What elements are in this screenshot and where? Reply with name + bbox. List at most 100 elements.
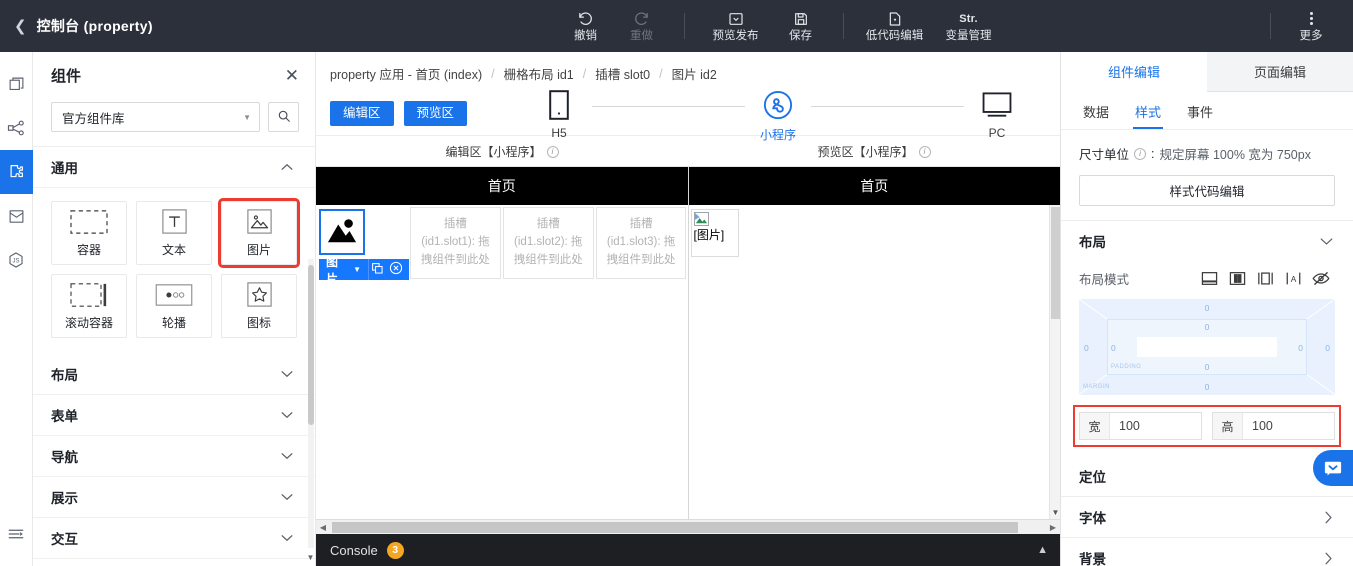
preview-publish-button[interactable]: 预览发布: [699, 8, 773, 45]
height-input[interactable]: 100: [1243, 413, 1334, 439]
slot-2-dropzone[interactable]: 插槽 (id1.slot2): 拖拽组件到此处: [502, 207, 594, 279]
chat-bubble-icon[interactable]: [1313, 450, 1353, 486]
subtab-style[interactable]: 样式: [1133, 102, 1164, 129]
slot-0-with-image[interactable]: 图片 ▼: [316, 205, 409, 286]
layout-hidden-icon[interactable]: [1307, 265, 1335, 291]
chevron-left-icon[interactable]: ◀: [316, 523, 330, 532]
chevron-left-icon[interactable]: ❮: [14, 19, 27, 34]
console-bar[interactable]: Console 3 ▲: [316, 534, 1060, 566]
component-type-label: 图片: [326, 254, 339, 286]
tab-component-edit[interactable]: 组件编辑: [1061, 52, 1207, 92]
rail-item-structure[interactable]: [0, 106, 33, 150]
width-field[interactable]: 宽 100: [1079, 412, 1202, 440]
components-panel-title: 组件: [51, 67, 82, 85]
close-circle-icon[interactable]: [389, 261, 403, 278]
section-header-navigation[interactable]: 导航: [33, 436, 315, 477]
padding-left-value[interactable]: 0: [1111, 343, 1116, 353]
tab-page-edit[interactable]: 页面编辑: [1207, 52, 1353, 92]
device-option-miniapp[interactable]: 小程序: [745, 89, 811, 143]
chevron-right-icon[interactable]: ▶: [1046, 523, 1060, 532]
components-scroll-area[interactable]: 通用 容器 文本 图片 滚动容器 轮播 图标 布局 表单 导航 展示 交互 ▼: [33, 146, 315, 566]
device-option-pc[interactable]: PC: [964, 89, 1030, 140]
padding-right-value[interactable]: 0: [1298, 343, 1303, 353]
section-title: 表单: [51, 409, 78, 424]
str-icon: Str.: [959, 12, 978, 25]
layout-columns-icon[interactable]: [1223, 265, 1251, 291]
section-header-general[interactable]: 通用: [33, 147, 315, 188]
section-header-layout[interactable]: 布局: [1061, 220, 1353, 261]
selected-image-component[interactable]: [319, 209, 365, 255]
search-button[interactable]: [268, 102, 299, 132]
component-item-icon[interactable]: 图标: [221, 274, 297, 338]
preview-canvas-stage[interactable]: [图片] ▼: [688, 205, 1060, 519]
redo-button[interactable]: 重做: [614, 8, 670, 45]
breadcrumb-item-slot[interactable]: 插槽 slot0: [595, 64, 650, 83]
right-panel: 组件编辑 页面编辑 数据 样式 事件 尺寸单位 i : 规定屏幕 100% 宽为…: [1060, 52, 1353, 566]
rail-item-js[interactable]: JS: [0, 238, 33, 282]
subtab-events[interactable]: 事件: [1187, 102, 1213, 129]
slot-3-dropzone[interactable]: 插槽 (id1.slot3): 拖拽组件到此处: [595, 207, 687, 279]
height-field[interactable]: 高 100: [1212, 412, 1335, 440]
component-item-carousel[interactable]: 轮播: [136, 274, 212, 338]
preview-scroll-down-arrow[interactable]: ▼: [1050, 508, 1060, 517]
layout-inline-icon[interactable]: A: [1279, 265, 1307, 291]
rail-item-pages[interactable]: [0, 62, 33, 106]
preview-zone-button[interactable]: 预览区: [403, 100, 468, 127]
slot-1-dropzone[interactable]: 插槽 (id1.slot1): 拖拽组件到此处: [410, 207, 501, 279]
breadcrumb-item-app[interactable]: property 应用 - 首页 (index): [330, 64, 482, 83]
info-icon[interactable]: i: [1134, 147, 1147, 160]
component-item-text[interactable]: 文本: [136, 201, 212, 265]
variable-manage-button[interactable]: Str. 变量管理: [932, 8, 1006, 45]
section-header-interaction[interactable]: 交互: [33, 518, 315, 559]
margin-top-value[interactable]: 0: [1205, 303, 1210, 313]
panel-scroll-down-arrow[interactable]: ▼: [306, 553, 315, 562]
section-header-layout[interactable]: 布局: [33, 354, 315, 395]
section-header-font[interactable]: 字体: [1061, 496, 1353, 537]
component-item-image[interactable]: 图片: [218, 198, 300, 268]
collapse-panel-icon[interactable]: [0, 512, 33, 556]
chevron-down-icon: [281, 493, 293, 501]
save-button[interactable]: 保存: [773, 8, 829, 45]
section-header-form[interactable]: 表单: [33, 395, 315, 436]
lowcode-edit-button[interactable]: 低代码编辑: [858, 8, 932, 45]
padding-top-value[interactable]: 0: [1205, 322, 1210, 332]
width-input[interactable]: 100: [1110, 413, 1201, 439]
panel-scrollbar-thumb[interactable]: [308, 265, 314, 425]
margin-left-value[interactable]: 0: [1084, 343, 1089, 353]
section-header-background[interactable]: 背景: [1061, 537, 1353, 566]
subtab-data[interactable]: 数据: [1083, 102, 1109, 129]
hscroll-track[interactable]: [330, 521, 1046, 534]
section-header-display[interactable]: 展示: [33, 477, 315, 518]
info-icon[interactable]: i: [546, 145, 559, 158]
component-item-container[interactable]: 容器: [51, 201, 127, 265]
margin-bottom-value[interactable]: 0: [1205, 382, 1210, 392]
preview-scrollbar-thumb[interactable]: [1051, 207, 1060, 319]
edit-zone-button[interactable]: 编辑区: [330, 100, 394, 127]
preview-vertical-scrollbar[interactable]: ▼: [1049, 205, 1060, 519]
component-item-scroll-container[interactable]: 滚动容器: [51, 274, 127, 338]
rail-item-components[interactable]: [0, 150, 33, 194]
close-icon[interactable]: ✕: [285, 67, 299, 84]
copy-icon[interactable]: [371, 262, 384, 278]
breadcrumb-item-image[interactable]: 图片 id2: [672, 64, 717, 83]
chevron-up-icon[interactable]: ▲: [1037, 544, 1048, 556]
style-code-edit-button[interactable]: 样式代码编辑: [1079, 175, 1335, 206]
padding-bottom-value[interactable]: 0: [1205, 362, 1210, 372]
box-model-diagram[interactable]: MARGIN PADDING 0 0 0 0 0 0 0 0: [1079, 299, 1335, 395]
device-option-h5[interactable]: H5: [526, 89, 592, 140]
hscroll-thumb[interactable]: [332, 521, 1018, 533]
margin-right-value[interactable]: 0: [1325, 343, 1330, 353]
undo-button[interactable]: 撤销: [558, 8, 614, 45]
edit-canvas-stage[interactable]: 图片 ▼ 插槽 (id1.slot1): 拖拽组件到此处 插槽 (id1.slo…: [316, 205, 688, 519]
layout-side-icon[interactable]: [1251, 265, 1279, 291]
info-icon[interactable]: i: [918, 145, 931, 158]
breadcrumb-item-grid[interactable]: 栅格布局 id1: [504, 64, 574, 83]
chevron-down-icon: ▼: [353, 265, 361, 274]
component-library-select[interactable]: 官方组件库 ▼: [51, 102, 260, 132]
section-header-position[interactable]: 定位: [1061, 455, 1353, 496]
layout-block-icon[interactable]: [1195, 265, 1223, 291]
more-button[interactable]: 更多: [1283, 8, 1339, 45]
rail-item-templates[interactable]: [0, 194, 33, 238]
component-type-tag[interactable]: 图片 ▼: [319, 255, 368, 286]
canvas-horizontal-scrollbar[interactable]: ◀ ▶: [316, 519, 1060, 534]
